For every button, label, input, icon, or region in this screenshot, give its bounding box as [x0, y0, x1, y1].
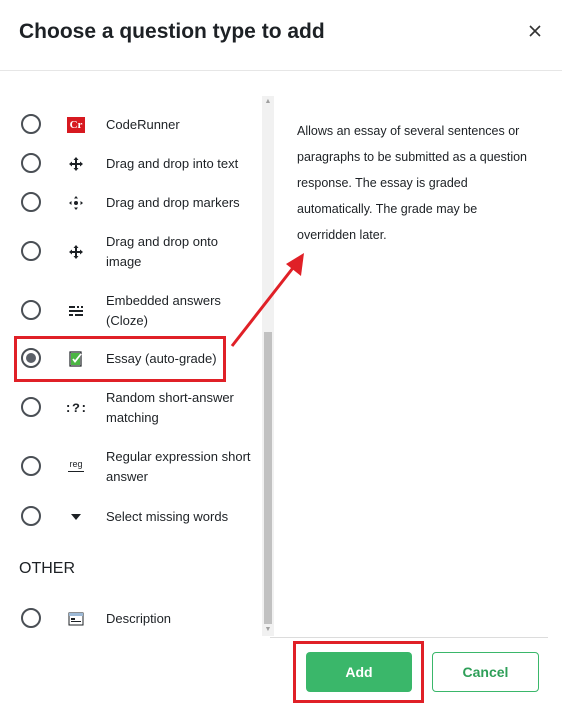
annotation-arrow: [230, 253, 304, 347]
